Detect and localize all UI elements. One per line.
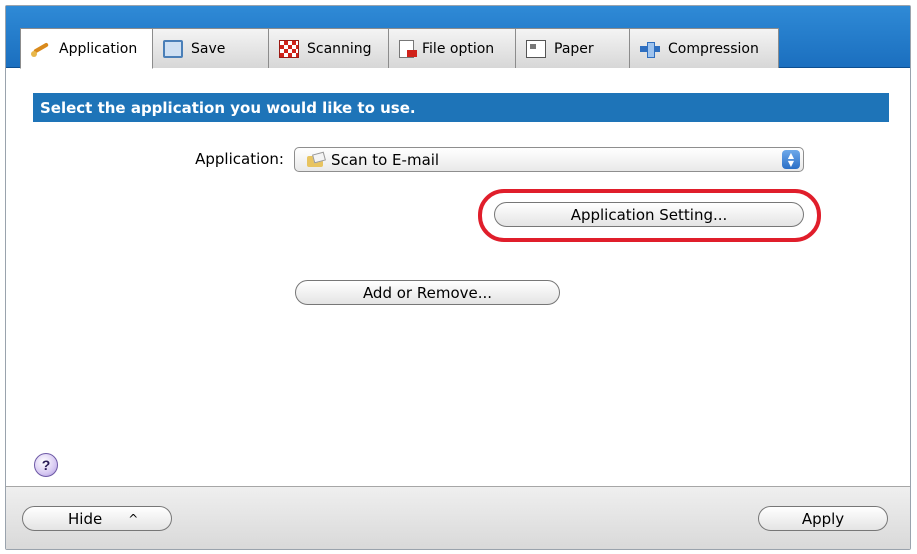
apply-button[interactable]: Apply	[758, 506, 888, 531]
compression-icon	[640, 40, 660, 58]
application-setting-button[interactable]: Application Setting...	[494, 202, 804, 227]
scanning-icon	[279, 39, 299, 58]
hide-button-label: Hide	[68, 509, 103, 528]
tab-list: Application Save Scanning File option Pa…	[20, 28, 779, 69]
chevron-up-icon: ^	[128, 511, 139, 526]
folder-icon	[307, 153, 325, 167]
tab-label: Scanning	[307, 40, 372, 57]
select-arrows-icon[interactable]: ▲ ▼	[782, 150, 800, 169]
tab-file-option[interactable]: File option	[388, 28, 516, 68]
tab-label: File option	[422, 40, 495, 57]
application-label: Application:	[195, 150, 284, 168]
add-or-remove-button[interactable]: Add or Remove...	[295, 280, 560, 305]
tab-label: Application	[59, 40, 138, 57]
file-option-icon	[399, 39, 417, 58]
hide-button[interactable]: Hide ^	[22, 506, 172, 531]
tab-label: Save	[191, 40, 226, 57]
tab-save[interactable]: Save	[152, 28, 269, 68]
application-select-value: Scan to E-mail	[331, 150, 440, 169]
help-icon[interactable]: ?	[34, 453, 58, 477]
application-select[interactable]: Scan to E-mail ▲ ▼	[294, 147, 804, 172]
tab-scanning[interactable]: Scanning	[268, 28, 389, 68]
tab-application[interactable]: Application	[20, 28, 153, 69]
tab-bar: Application Save Scanning File option Pa…	[6, 6, 910, 69]
scanner-settings-window: Application Save Scanning File option Pa…	[5, 5, 911, 550]
tab-label: Paper	[554, 40, 594, 57]
tab-label: Compression	[668, 40, 759, 57]
application-icon	[31, 40, 51, 58]
save-icon	[163, 39, 183, 58]
footer-bar: Hide ^ Apply	[6, 486, 910, 549]
paper-icon	[526, 39, 546, 58]
tab-compression[interactable]: Compression	[629, 28, 779, 68]
section-header: Select the application you would like to…	[33, 93, 889, 122]
tab-paper[interactable]: Paper	[515, 28, 630, 68]
